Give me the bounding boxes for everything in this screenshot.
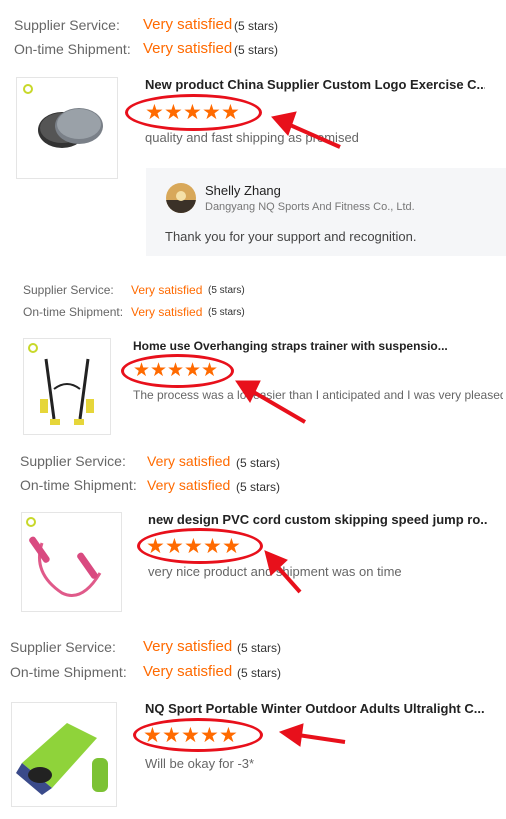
on-time-shipment-value: Very satisfied [143,663,233,680]
supplier-service-value: Very satisfied [143,638,233,655]
sleeping-bag-image [16,723,108,795]
product-title[interactable]: Home use Overhanging straps trainer with… [133,339,483,353]
highlight-ellipse [133,718,263,752]
reply-author-name: Shelly Zhang [205,183,281,198]
reply-text: Thank you for your support and recogniti… [165,229,417,244]
supplier-service-label: Supplier Service: [20,453,126,469]
on-time-shipment-label: On-time Shipment: [14,41,131,57]
supplier-service-stars: (5 stars) [234,19,279,33]
supplier-service-label: Supplier Service: [10,639,116,655]
review-comment: Will be okay for -3* [145,756,255,771]
slider-discs-image [38,108,103,148]
product-thumbnail[interactable] [23,338,111,435]
supplier-service-value: Very satisfied [147,453,231,469]
supplier-service-label: Supplier Service: [23,283,114,297]
supplier-service-value: Very satisfied [131,283,203,297]
review-comment: quality and fast shipping as promised [145,130,359,145]
product-thumbnail[interactable] [11,702,117,807]
supplier-service-label: Supplier Service: [14,17,120,33]
on-time-shipment-stars: (5 stars) [236,480,281,494]
arrow-icon [278,723,346,747]
on-time-shipment-value: Very satisfied [147,477,231,493]
on-time-shipment-value: Very satisfied [143,40,233,57]
suspension-trainer-image [40,358,94,425]
highlight-ellipse [125,94,262,131]
avatar [166,183,196,213]
brand-logo-icon [26,517,36,527]
on-time-shipment-stars: (5 stars) [237,666,282,680]
product-thumbnail[interactable] [16,77,118,179]
supplier-service-value: Very satisfied [143,16,233,33]
reply-company: Dangyang NQ Sports And Fitness Co., Ltd. [205,201,415,213]
on-time-shipment-stars: (5 stars) [208,307,245,318]
brand-logo-icon [28,343,38,353]
supplier-service-stars: (5 stars) [237,641,282,655]
on-time-shipment-value: Very satisfied [131,305,203,319]
on-time-shipment-label: On-time Shipment: [23,305,124,319]
product-title[interactable]: NQ Sport Portable Winter Outdoor Adults … [145,701,495,716]
product-thumbnail[interactable] [21,512,122,612]
review-comment: The process was a lot easier than I anti… [133,388,503,402]
supplier-service-stars: (5 stars) [208,285,245,296]
on-time-shipment-label: On-time Shipment: [10,664,127,680]
product-title[interactable]: New product China Supplier Custom Logo E… [145,77,485,92]
supplier-service-stars: (5 stars) [236,456,281,470]
product-title[interactable]: new design PVC cord custom skipping spee… [148,512,488,527]
brand-logo-icon [23,84,33,94]
review-comment: very nice product and shipment was on ti… [148,564,402,579]
highlight-ellipse [137,528,263,564]
on-time-shipment-stars: (5 stars) [234,43,279,57]
on-time-shipment-label: On-time Shipment: [20,477,137,493]
highlight-ellipse [121,354,234,388]
supplier-reply: Shelly Zhang Dangyang NQ Sports And Fitn… [146,168,506,256]
jump-rope-image [29,536,102,597]
